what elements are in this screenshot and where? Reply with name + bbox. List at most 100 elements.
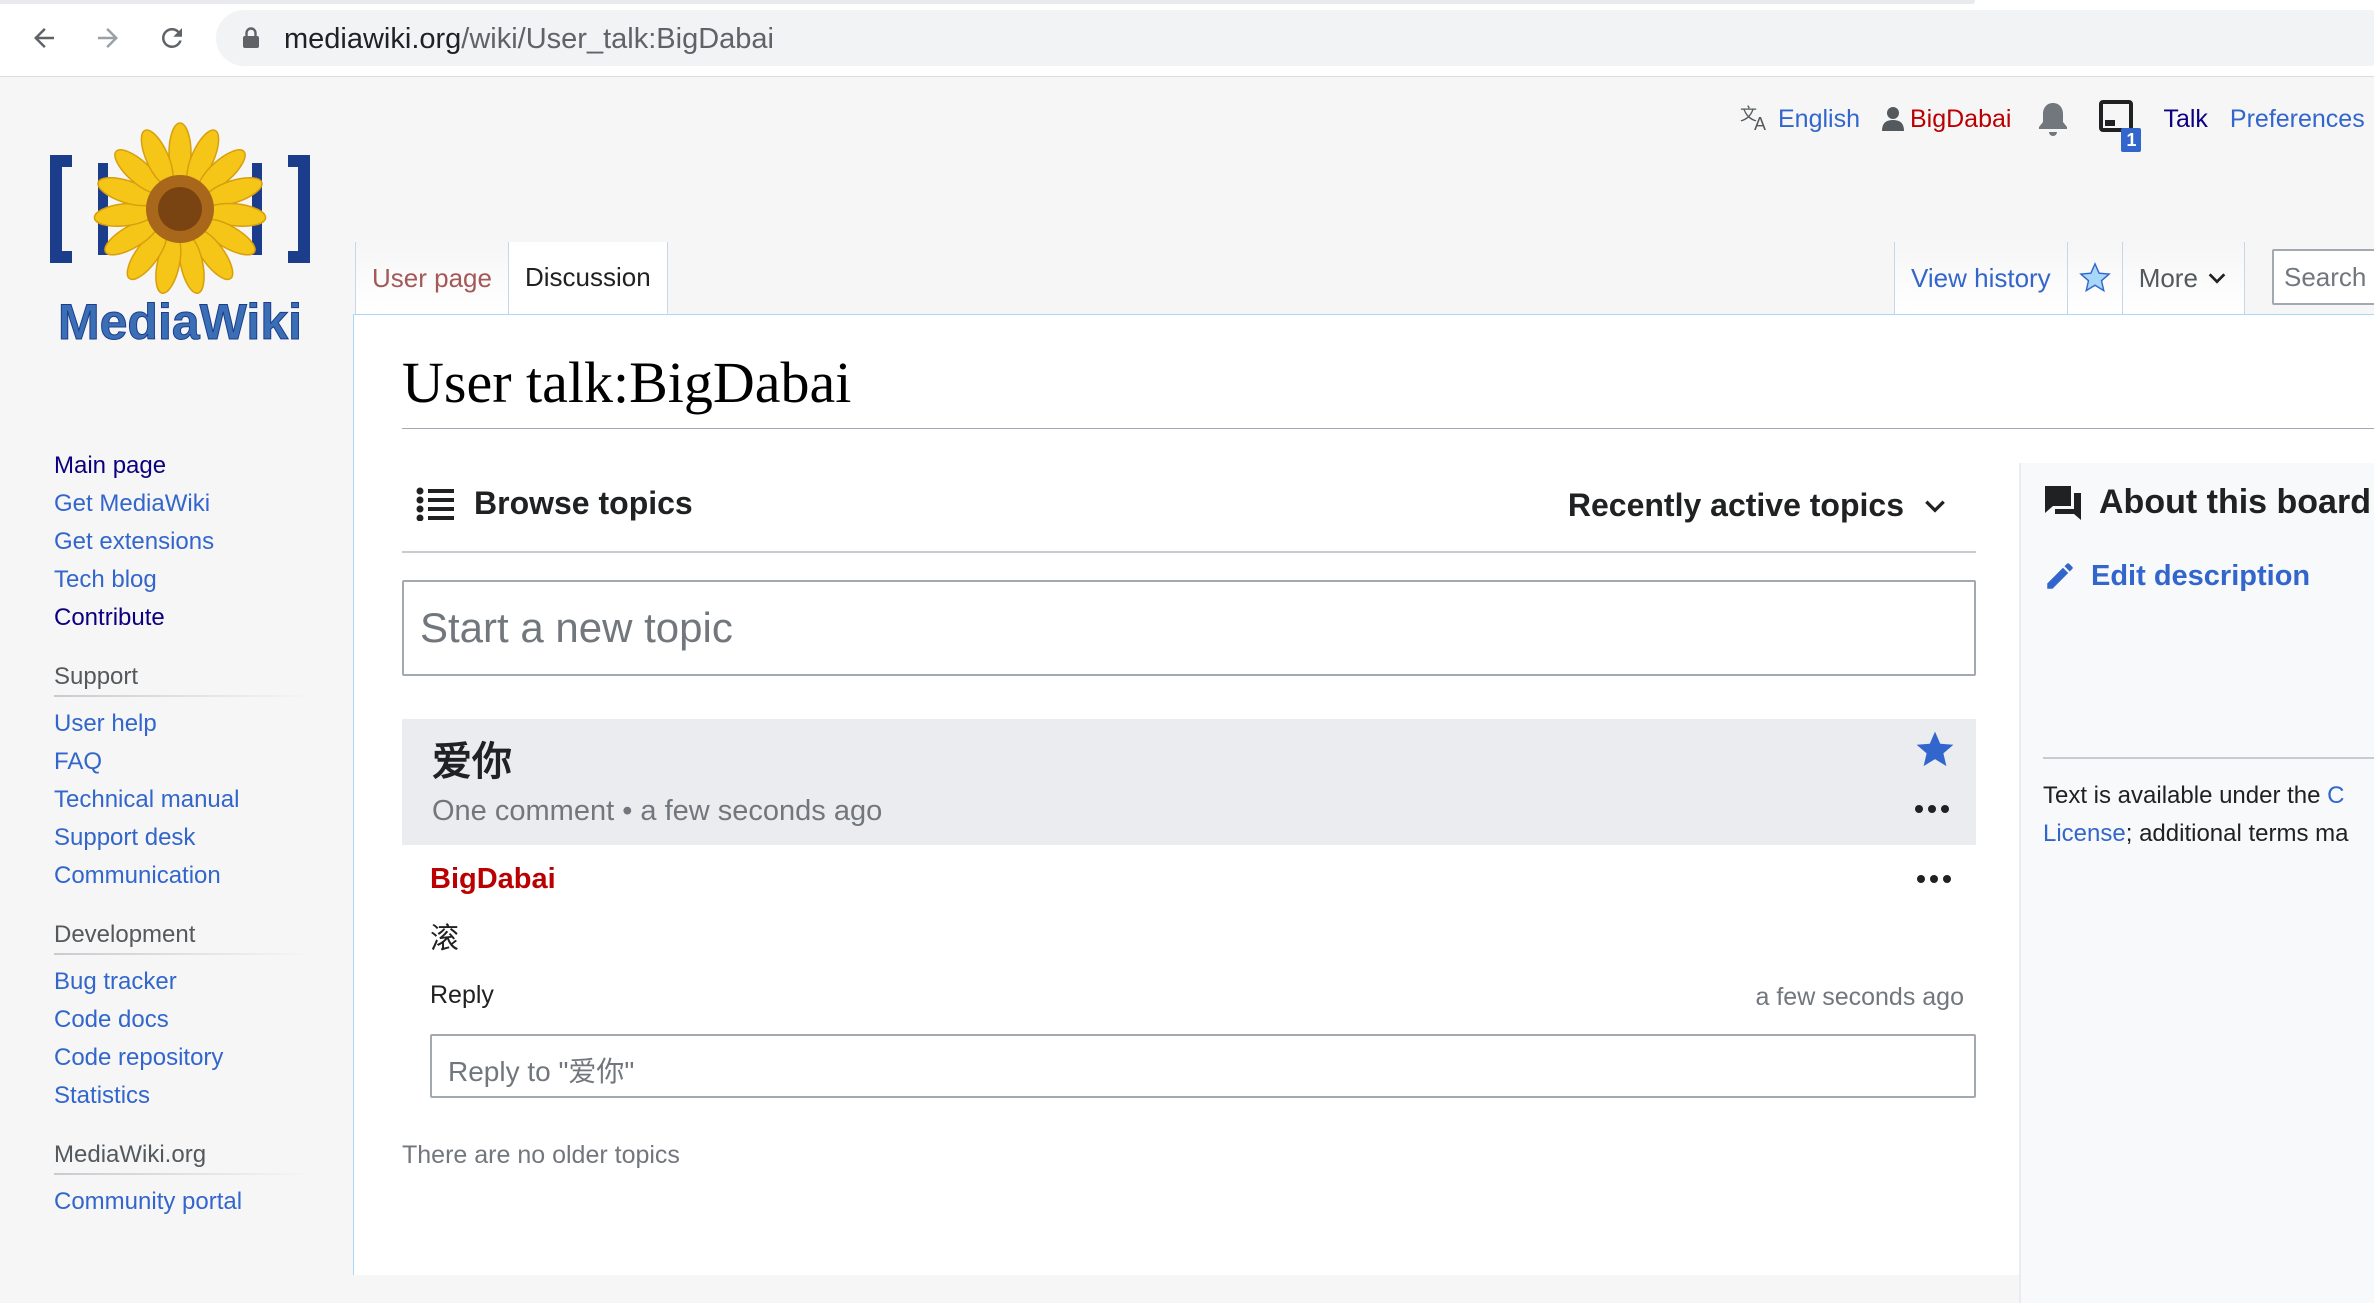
license-link[interactable]: License xyxy=(2043,820,2126,847)
topic-meta: One comment • a few seconds ago xyxy=(432,795,882,828)
sidebar-nav: Main page Get MediaWiki Get extensions T… xyxy=(54,447,314,637)
license-suffix: ; additional terms ma xyxy=(2125,820,2349,847)
talk-link[interactable]: Talk xyxy=(2163,105,2207,134)
sidebar-item-support-desk[interactable]: Support desk xyxy=(54,819,314,857)
reload-icon xyxy=(162,27,182,48)
reply-link[interactable]: Reply xyxy=(430,981,494,1010)
svg-text:A: A xyxy=(1754,114,1766,134)
sidebar-item-contribute[interactable]: Contribute xyxy=(54,599,314,637)
browse-topics-label: Browse topics xyxy=(474,485,693,521)
tab-discussion[interactable]: Discussion xyxy=(508,242,668,314)
sidebar-item-technical-manual[interactable]: Technical manual xyxy=(54,781,314,819)
content-area: User talk:BigDabai Browse topics Recentl… xyxy=(353,314,2374,1303)
board-navigation: Browse topics Recently active topics xyxy=(402,465,1976,553)
search-input[interactable]: Search xyxy=(2272,249,2374,305)
sunflower-logo-icon: MediaWiki xyxy=(50,122,310,351)
loading-bar xyxy=(0,0,1975,4)
personal-tools: 文A English BigDabai 1 Talk Preferences xyxy=(1740,99,2374,152)
board-title-label: About this board xyxy=(2099,483,2371,521)
star-filled-icon xyxy=(1916,731,1954,767)
alerts-button[interactable] xyxy=(2037,101,2069,137)
sidebar: Main page Get MediaWiki Get extensions T… xyxy=(54,447,314,1221)
more-label: More xyxy=(2138,262,2198,293)
license-prefix: Text is available under the xyxy=(2043,782,2328,809)
sort-order-dropdown[interactable]: Recently active topics xyxy=(1568,487,1948,524)
view-tabs: View history More xyxy=(1894,165,2245,314)
address-bar[interactable]: mediawiki.org/wiki/User_talk:BigDabai xyxy=(216,10,2374,66)
ellipsis-icon xyxy=(1917,875,1951,883)
ellipsis-icon xyxy=(1915,805,1949,813)
svg-text:MediaWiki: MediaWiki xyxy=(58,294,302,350)
reply-input[interactable]: Reply to "爱你" xyxy=(430,1034,1976,1098)
sidebar-item-faq[interactable]: FAQ xyxy=(54,743,314,781)
topic-menu-button[interactable] xyxy=(1914,801,1950,819)
page-title: User talk:BigDabai xyxy=(402,350,852,415)
chevron-down-icon xyxy=(2208,273,2226,284)
talk-label[interactable]: Talk xyxy=(2163,105,2207,134)
forward-button[interactable] xyxy=(86,16,130,60)
sidebar-item-get-extensions[interactable]: Get extensions xyxy=(54,523,314,561)
sidebar-item-bug-tracker[interactable]: Bug tracker xyxy=(54,963,314,1001)
sidebar-mediawiki-org: Community portal xyxy=(54,1183,314,1221)
preferences-link[interactable]: Preferences xyxy=(2230,105,2365,134)
mediawiki-logo[interactable]: MediaWiki xyxy=(40,117,320,357)
watch-star-button[interactable] xyxy=(2067,242,2123,314)
license-link-cc[interactable]: C xyxy=(2327,782,2344,809)
chevron-down-icon xyxy=(1925,500,1945,513)
bell-icon xyxy=(2039,103,2068,136)
back-arrow-icon xyxy=(34,28,54,48)
post-menu-button[interactable] xyxy=(1916,871,1952,889)
translate-icon: 文A xyxy=(1740,105,1766,134)
pencil-icon xyxy=(2047,563,2073,589)
back-button[interactable] xyxy=(22,16,66,60)
topic-title[interactable]: 爱你 xyxy=(432,729,512,787)
namespace-tabs: User page Discussion xyxy=(355,165,668,314)
board-title: About this board xyxy=(2043,483,2371,522)
sidebar-item-code-docs[interactable]: Code docs xyxy=(54,1001,314,1039)
sidebar-item-code-repository[interactable]: Code repository xyxy=(54,1039,314,1077)
sidebar-item-community-portal[interactable]: Community portal xyxy=(54,1183,314,1221)
license-text: Text is available under the C License; a… xyxy=(2043,777,2349,853)
username-link[interactable]: BigDabai xyxy=(1910,105,2011,134)
preferences-label[interactable]: Preferences xyxy=(2230,105,2365,134)
tab-user-page[interactable]: User page xyxy=(355,242,509,314)
lock-icon xyxy=(243,27,259,48)
user-menu[interactable]: BigDabai xyxy=(1882,105,2011,134)
reload-button[interactable] xyxy=(150,16,194,60)
post-body: 滚 xyxy=(430,923,460,955)
browser-toolbar: mediawiki.org/wiki/User_talk:BigDabai xyxy=(0,0,2374,77)
sort-order-label: Recently active topics xyxy=(1567,487,1904,523)
sidebar-item-user-help[interactable]: User help xyxy=(54,705,314,743)
sidebar-item-tech-blog[interactable]: Tech blog xyxy=(54,561,314,599)
topic-meta-separator: • xyxy=(622,795,641,827)
board-divider xyxy=(2043,757,2374,759)
topic-watch-button[interactable] xyxy=(1914,729,1956,776)
language-selector[interactable]: 文A English xyxy=(1740,104,1860,135)
star-outline-icon xyxy=(2078,262,2111,293)
topic-comment-count: One comment xyxy=(432,795,615,827)
sidebar-heading-mediawiki-org[interactable]: MediaWiki.org xyxy=(54,1137,312,1175)
tab-view-history[interactable]: View history xyxy=(1894,242,2068,314)
sidebar-item-statistics[interactable]: Statistics xyxy=(54,1077,314,1115)
title-divider xyxy=(402,428,2374,429)
topic-timestamp[interactable]: a few seconds ago xyxy=(640,795,882,827)
sidebar-development: Bug tracker Code docs Code repository St… xyxy=(54,963,314,1115)
speech-bubbles-icon xyxy=(2045,485,2081,520)
language-label[interactable]: English xyxy=(1778,105,1860,134)
list-icon xyxy=(416,487,454,521)
sidebar-item-main-page[interactable]: Main page xyxy=(54,447,314,485)
browse-topics-button[interactable]: Browse topics xyxy=(416,485,693,522)
post-timestamp[interactable]: a few seconds ago xyxy=(1756,983,1964,1012)
new-topic-input[interactable]: Start a new topic xyxy=(402,580,1976,676)
url-text: mediawiki.org/wiki/User_talk:BigDabai xyxy=(284,23,774,55)
post-author-link[interactable]: BigDabai xyxy=(430,863,556,896)
sidebar-item-get-mediawiki[interactable]: Get MediaWiki xyxy=(54,485,314,523)
more-menu[interactable]: More xyxy=(2122,242,2245,314)
sidebar-heading-support[interactable]: Support xyxy=(54,659,312,697)
sidebar-heading-development[interactable]: Development xyxy=(54,917,312,955)
sidebar-item-communication[interactable]: Communication xyxy=(54,857,314,895)
sidebar-support: User help FAQ Technical manual Support d… xyxy=(54,705,314,895)
edit-description-button[interactable]: Edit description xyxy=(2043,559,2310,593)
forward-arrow-icon xyxy=(98,28,118,48)
notices-button[interactable]: 1 xyxy=(2099,100,2142,152)
